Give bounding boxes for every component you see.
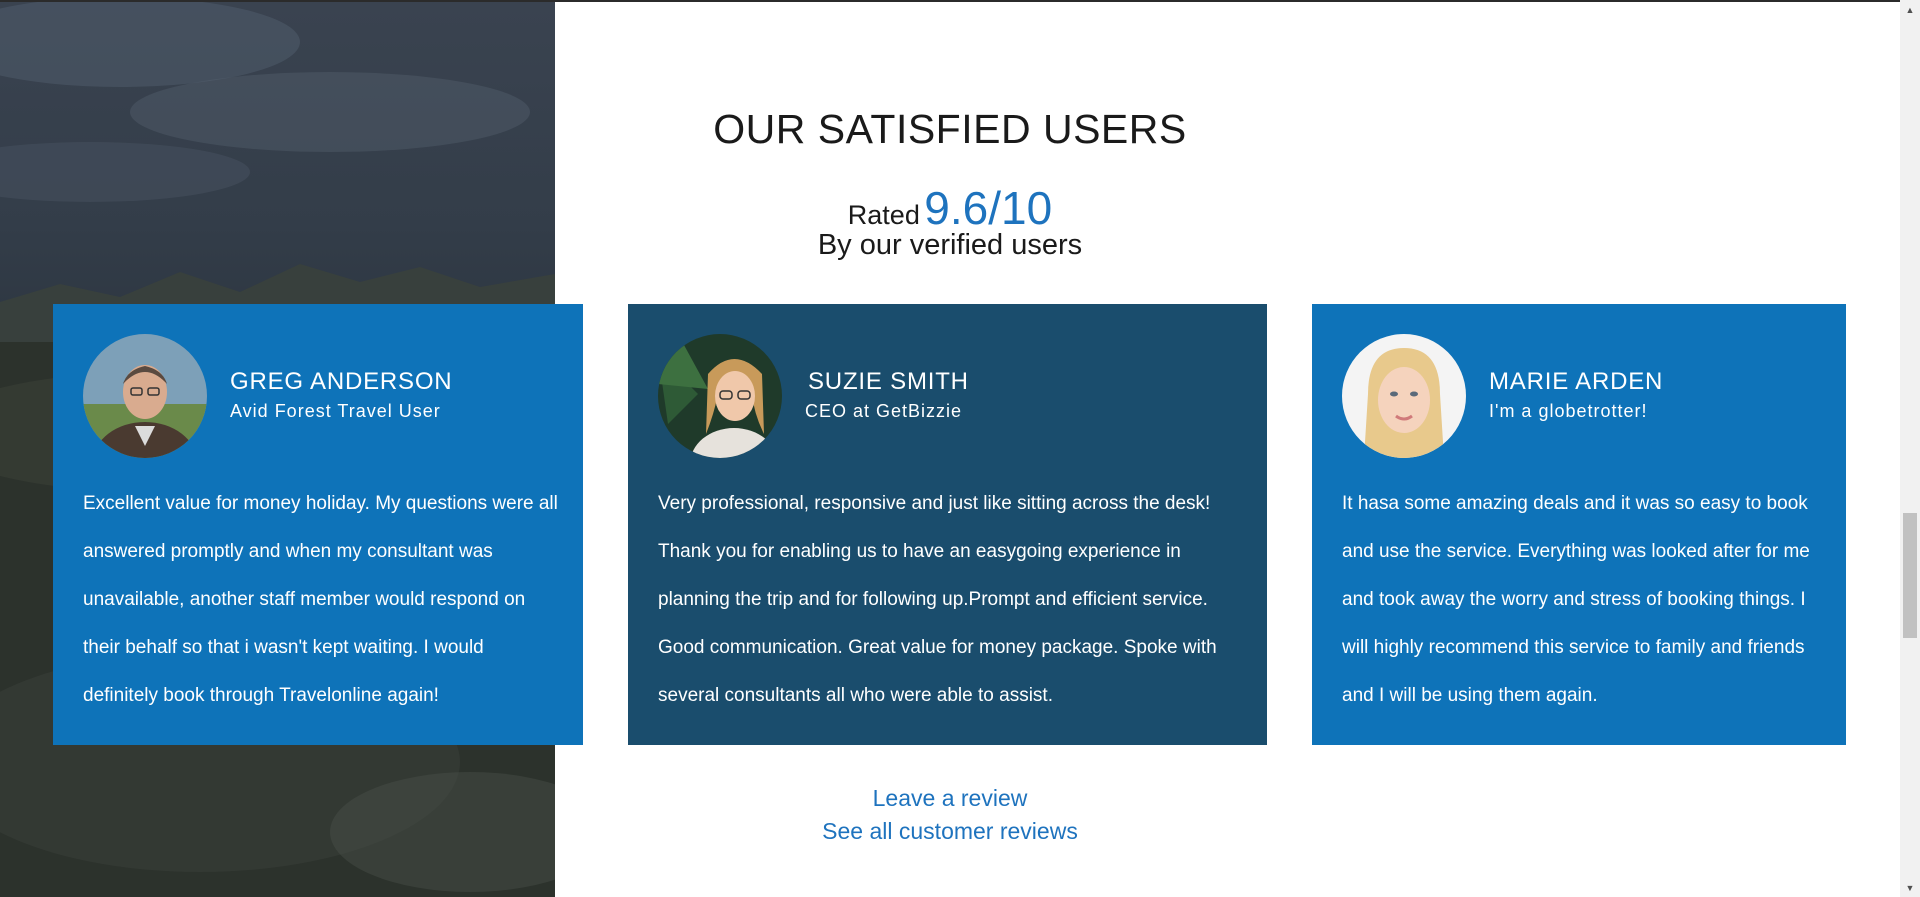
vertical-scrollbar[interactable]: ▲ ▼ (1900, 0, 1920, 897)
avatar (1342, 334, 1466, 458)
testimonial-card: MARIE ARDEN I'm a globetrotter! It hasa … (1312, 304, 1846, 745)
reviewer-name: SUZIE SMITH (808, 368, 969, 395)
review-links: Leave a review See all customer reviews (555, 782, 1345, 848)
section-title: OUR SATISFIED USERS (713, 106, 1187, 152)
leave-review-link[interactable]: Leave a review (555, 782, 1345, 815)
scrollbar-thumb[interactable] (1903, 513, 1917, 638)
rating-subtitle: By our verified users (817, 229, 1083, 261)
reviewer-role: CEO at GetBizzie (805, 401, 963, 421)
reviewer-name: MARIE ARDEN (1489, 368, 1664, 395)
rated-label: Rated (847, 200, 920, 230)
review-text: Very professional, responsive and just l… (658, 493, 1217, 706)
reviewer-role: I'm a globetrotter! (1489, 401, 1648, 421)
reviewer-role: Avid Forest Travel User (230, 401, 441, 421)
see-all-reviews-link[interactable]: See all customer reviews (555, 815, 1345, 848)
rating-line: Rated 9.6/10 (555, 181, 1345, 235)
avatar (658, 334, 782, 458)
testimonial-card: SUZIE SMITH CEO at GetBizzie Very profes… (628, 304, 1267, 745)
reviewer-name: GREG ANDERSON (230, 368, 453, 395)
scroll-up-arrow-icon[interactable]: ▲ (1900, 2, 1920, 19)
scroll-down-arrow-icon[interactable]: ▼ (1900, 880, 1920, 897)
review-text: Excellent value for money holiday. My qu… (83, 493, 558, 706)
review-text: It hasa some amazing deals and it was so… (1342, 493, 1810, 706)
testimonial-card: GREG ANDERSON Avid Forest Travel User Ex… (53, 304, 583, 745)
rating-score: 9.6/10 (924, 182, 1053, 234)
avatar (83, 334, 207, 458)
